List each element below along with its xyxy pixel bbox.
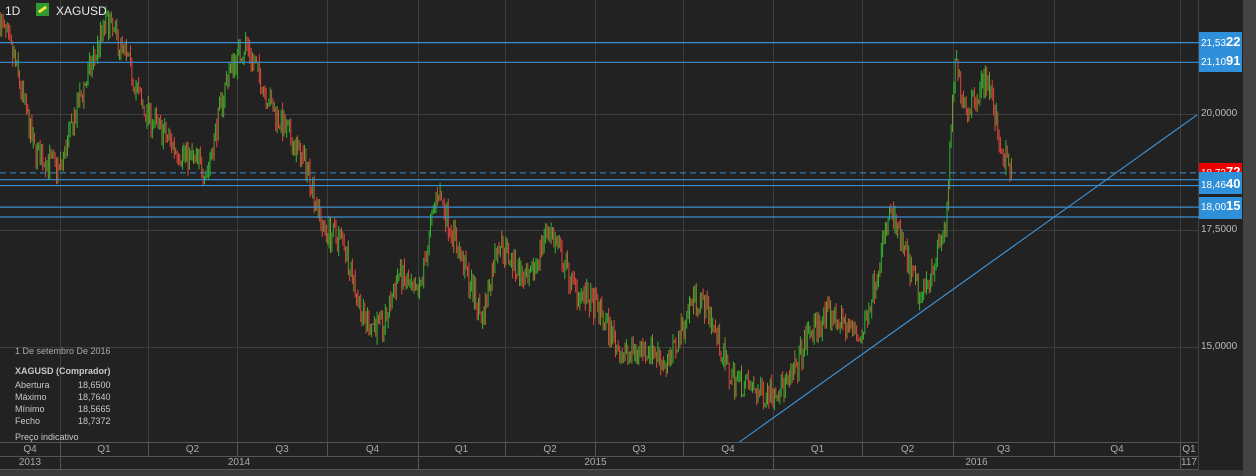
info-label: Mínimo bbox=[15, 404, 45, 414]
year-label: 2014 bbox=[227, 457, 251, 468]
info-label: Abertura bbox=[15, 380, 50, 390]
price-chart[interactable]: 1D XAGUSD 1 De setembro De 2016 XAGUSD (… bbox=[0, 0, 1243, 470]
price-suffix: 40 bbox=[1226, 176, 1241, 191]
info-label: Máximo bbox=[15, 392, 47, 402]
info-row-high: Máximo 18,7640 bbox=[15, 392, 111, 402]
quarter-label: Q1 bbox=[454, 444, 469, 455]
quarter-label: Q2 bbox=[185, 444, 200, 455]
quarter-label: Q3 bbox=[275, 444, 289, 455]
info-row-open: Abertura 18,6500 bbox=[15, 380, 111, 390]
year-label: 2015 bbox=[584, 457, 607, 468]
quarter-label: Q4 bbox=[23, 444, 37, 455]
vertical-scrollbar[interactable] bbox=[1243, 0, 1256, 476]
info-row-close: Fecho 18,7372 bbox=[15, 416, 111, 426]
quarter-label: Q4 bbox=[365, 444, 380, 455]
info-value: 18,7372 bbox=[78, 416, 111, 426]
price-tick: 17,5000 bbox=[1201, 224, 1238, 235]
info-value: 18,5665 bbox=[78, 404, 111, 414]
price-prefix: 18,00 bbox=[1201, 202, 1227, 213]
price-prefix: 21,53 bbox=[1201, 38, 1227, 49]
quarter-label: Q4 bbox=[721, 444, 735, 455]
quarter-label: Q2 bbox=[900, 444, 915, 455]
quarter-label: Q3 bbox=[632, 444, 646, 455]
info-row-low: Mínimo 18,5665 bbox=[15, 404, 111, 414]
level-label[interactable]: 18,0015 bbox=[1199, 197, 1242, 219]
price-prefix: 18,46 bbox=[1201, 180, 1227, 191]
price-tick: 15,0000 bbox=[1201, 341, 1238, 352]
info-note: Preço indicativo bbox=[15, 432, 79, 442]
quarter-label: Q4 bbox=[1110, 444, 1124, 455]
level-label[interactable]: 21,5322 bbox=[1199, 32, 1242, 51]
quarter-label: Q3 bbox=[996, 444, 1011, 455]
info-value: 18,6500 bbox=[78, 380, 111, 390]
horizontal-scrollbar[interactable] bbox=[0, 470, 1243, 476]
price-suffix: 22 bbox=[1226, 34, 1241, 49]
info-date: 1 De setembro De 2016 bbox=[15, 346, 111, 356]
info-value: 18,7640 bbox=[78, 392, 111, 402]
quarter-label: Q1 bbox=[810, 444, 825, 455]
info-title: XAGUSD (Comprador) bbox=[15, 366, 111, 376]
level-label[interactable]: 18,4640 bbox=[1199, 172, 1242, 194]
timeframe-label[interactable]: 1D bbox=[5, 4, 20, 18]
gold-bar-icon bbox=[36, 3, 49, 16]
price-prefix: 21,10 bbox=[1201, 57, 1227, 68]
quarter-label: Q1 bbox=[1182, 444, 1196, 455]
chart-canvas[interactable] bbox=[0, 0, 1243, 470]
quarter-label: Q1 bbox=[97, 444, 111, 455]
price-suffix: 91 bbox=[1226, 53, 1241, 68]
info-label: Fecho bbox=[15, 416, 41, 426]
symbol-label[interactable]: XAGUSD bbox=[56, 4, 107, 18]
year-label: 2016 bbox=[965, 457, 988, 468]
price-tick: 20,0000 bbox=[1201, 108, 1238, 119]
quarter-label: Q2 bbox=[543, 444, 557, 455]
trendline bbox=[736, 114, 1198, 445]
year-label: 117 bbox=[1181, 457, 1197, 468]
price-suffix: 15 bbox=[1226, 198, 1241, 213]
level-label[interactable]: 21,1091 bbox=[1199, 51, 1242, 72]
year-label: 2013 bbox=[18, 457, 42, 468]
